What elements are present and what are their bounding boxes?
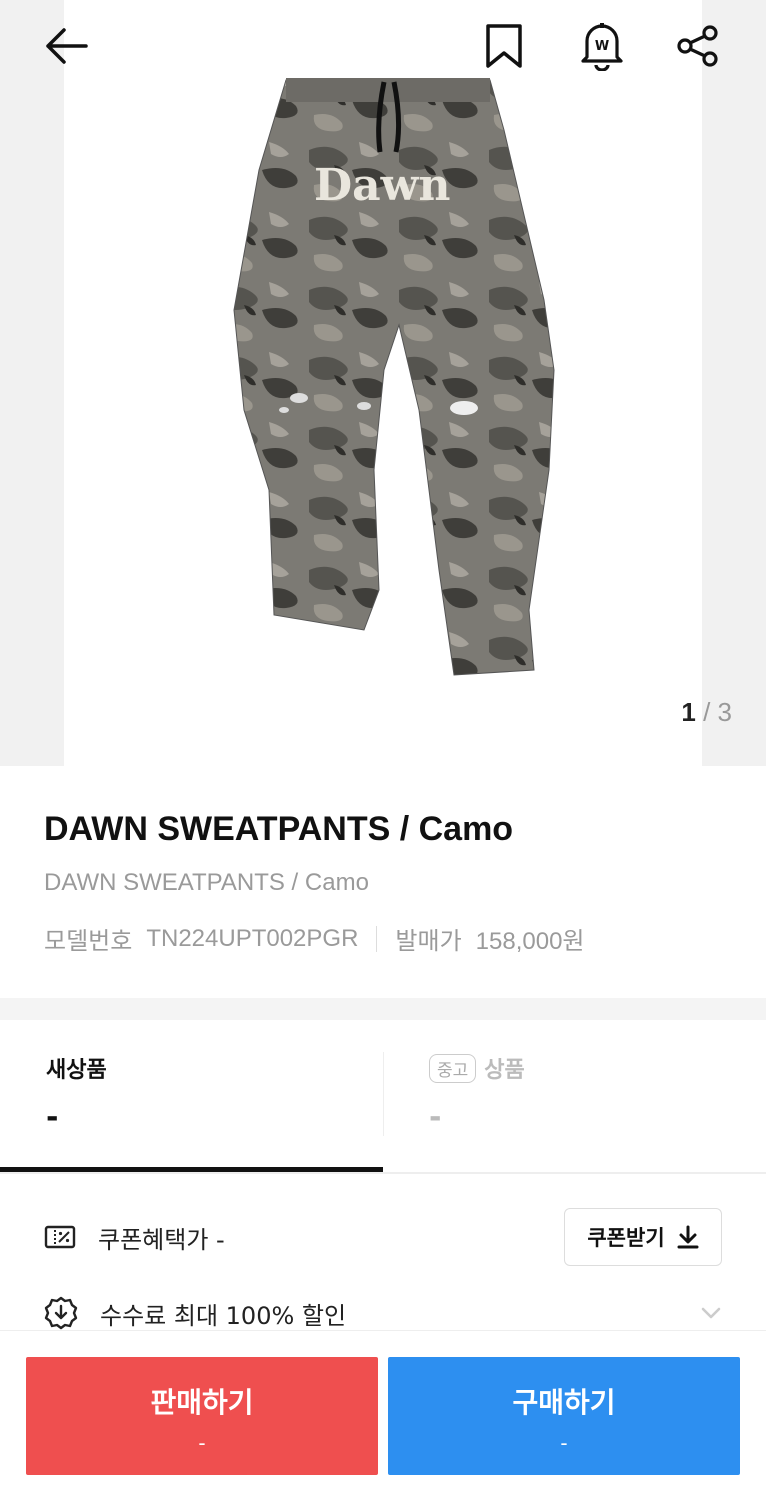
bottom-action-bar: 판매하기 - 구매하기 - [0,1330,766,1501]
product-title: DAWN SWEATPANTS / Camo [44,810,514,848]
svg-text:W: W [595,39,609,54]
release-price-value: 158,000원 [475,928,585,955]
download-icon [677,1225,699,1249]
used-badge: 중고 [429,1053,477,1083]
tab-new-label: 새상품 [46,1058,107,1083]
share-icon [677,25,718,67]
product-subtitle: DAWN SWEATPANTS / Camo [44,869,369,896]
product-image: Dawn [233,78,555,676]
condition-tabs: 새상품 - 중고 상품 - [0,1020,766,1174]
buy-button-price: - [560,1431,568,1455]
get-coupon-label: 쿠폰받기 [587,1226,665,1250]
discount-badge-icon [44,1296,78,1330]
coupon-row: 쿠폰혜택가 - 쿠폰받기 [44,1208,722,1266]
tab-new-price: - [46,1100,59,1135]
arrow-left-icon [46,28,88,64]
top-navigation: W [0,0,766,100]
product-info: DAWN SWEATPANTS / Camo DAWN SWEATPANTS /… [44,810,722,956]
image-counter-current: 1 [681,697,696,727]
get-coupon-button[interactable]: 쿠폰받기 [564,1208,722,1266]
active-tab-indicator [0,1167,383,1172]
sell-button-price: - [198,1431,206,1455]
fee-discount-label: 수수료 최대 100% 할인 [100,1301,347,1330]
buy-button-label: 구매하기 [512,1386,616,1419]
bookmark-icon [486,24,522,68]
bookmark-button[interactable] [472,14,536,78]
tab-used-product[interactable]: 중고 상품 - [383,1020,766,1170]
sell-button-label: 판매하기 [150,1386,254,1419]
back-button[interactable] [34,14,98,78]
tab-used-price: - [429,1100,442,1135]
release-price-label: 발매가 [395,927,462,955]
model-number-label: 모델번호 [44,927,133,955]
sell-button[interactable]: 판매하기 - [26,1357,378,1475]
tab-new-product[interactable]: 새상품 - [0,1020,383,1170]
meta-divider [376,925,378,952]
price-alarm-button[interactable]: W [570,14,634,78]
product-gallery[interactable]: Dawn 1 / 3 [0,0,766,766]
section-divider [0,998,766,1020]
coupon-benefit-label: 쿠폰혜택가 - [98,1225,225,1254]
buy-button[interactable]: 구매하기 - [388,1357,740,1475]
image-counter-separator: / [695,697,718,727]
pants-print-text: Dawn [314,160,451,211]
model-number-value: TN224UPT002PGR [146,924,359,952]
tab-used-label-wrap: 중고 상품 [429,1052,525,1084]
coupon-icon [44,1225,76,1249]
image-counter: 1 / 3 [681,697,732,728]
bell-w-icon: W [581,23,623,71]
product-meta: 모델번호 TN224UPT002PGR 발매가 158,000원 [44,921,722,956]
tab-used-label: 상품 [484,1058,525,1083]
image-counter-total: 3 [717,697,732,727]
gallery-slide: Dawn [64,0,702,766]
share-button[interactable] [666,14,730,78]
chevron-down-icon [701,1307,721,1319]
